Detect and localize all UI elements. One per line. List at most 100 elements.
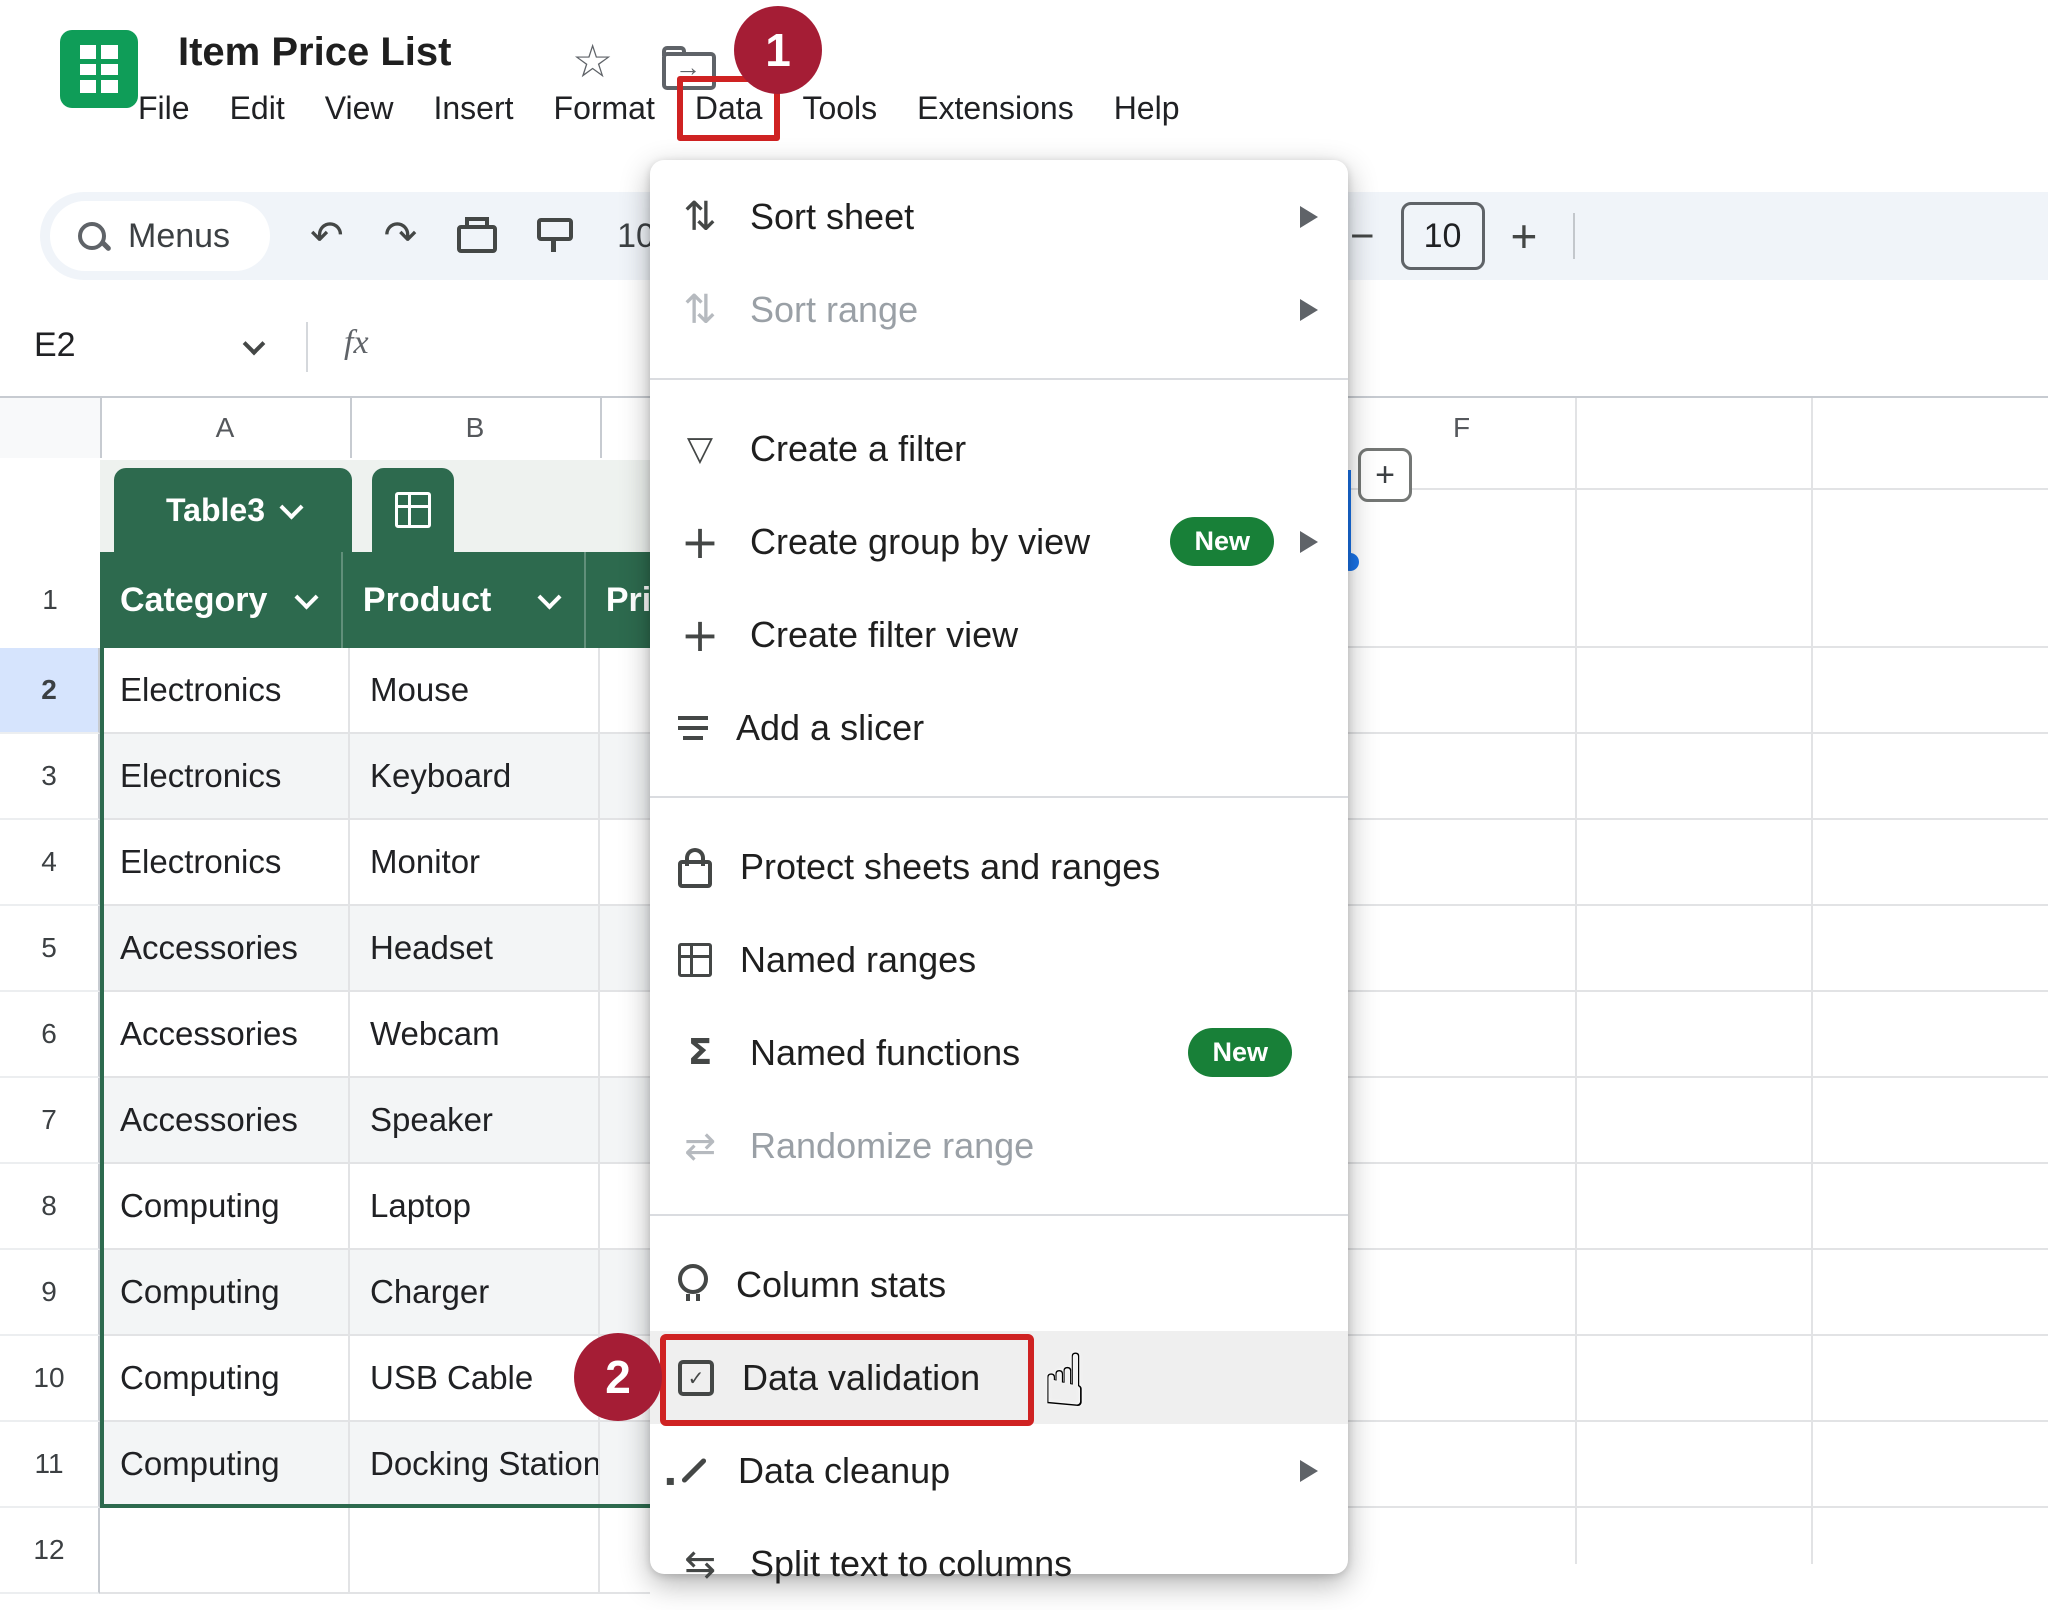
- menu-item[interactable]: Column stats: [650, 1238, 1348, 1331]
- menu-item[interactable]: Named ranges: [650, 913, 1348, 1006]
- name-box[interactable]: E2: [34, 326, 76, 365]
- cell-price-partial[interactable]: [600, 734, 650, 820]
- row-header[interactable]: 7: [0, 1078, 100, 1164]
- menubar-item[interactable]: Tools: [794, 80, 885, 137]
- row-header[interactable]: 10: [0, 1336, 100, 1422]
- table-menu-button[interactable]: [372, 468, 454, 552]
- menu-bar: File Edit View Insert Format Data Tools …: [130, 80, 1188, 137]
- menubar-item[interactable]: Insert: [425, 80, 521, 137]
- cell-category[interactable]: Electronics: [100, 820, 350, 906]
- menu-item[interactable]: Sort range: [650, 263, 1348, 356]
- cell-product[interactable]: Monitor: [350, 820, 600, 906]
- row-header[interactable]: 2: [0, 648, 100, 734]
- select-all-corner[interactable]: [0, 398, 102, 458]
- table-row: 2 Electronics Mouse: [0, 648, 650, 734]
- cell-product[interactable]: Charger: [350, 1250, 600, 1336]
- cell-product[interactable]: Mouse: [350, 648, 600, 734]
- cell-price-partial[interactable]: [600, 820, 650, 906]
- cell-product[interactable]: Webcam: [350, 992, 600, 1078]
- cell-category[interactable]: Computing: [100, 1250, 350, 1336]
- row-header[interactable]: 8: [0, 1164, 100, 1250]
- chevron-down-icon[interactable]: [537, 585, 561, 609]
- decrease-font-size-button[interactable]: [1350, 212, 1375, 260]
- row-header[interactable]: 4: [0, 820, 100, 906]
- font-size-input[interactable]: 10: [1401, 202, 1485, 270]
- cell-category[interactable]: Accessories: [100, 1078, 350, 1164]
- cell-category[interactable]: Electronics: [100, 648, 350, 734]
- cell-price-partial[interactable]: [600, 906, 650, 992]
- cell-product[interactable]: Laptop: [350, 1164, 600, 1250]
- submenu-arrow-icon: [1300, 531, 1318, 553]
- grid-right-region[interactable]: [1348, 460, 2048, 1564]
- redo-icon[interactable]: ↷: [384, 213, 418, 259]
- row-header[interactable]: 11: [0, 1422, 100, 1508]
- row-header[interactable]: 12: [0, 1508, 100, 1594]
- cell-price-partial[interactable]: [600, 1508, 650, 1594]
- row-header-1[interactable]: 1: [0, 552, 102, 650]
- gutter-band: [0, 460, 102, 552]
- table-name-chip[interactable]: Table3: [114, 468, 352, 552]
- menu-item[interactable]: Data cleanup: [650, 1424, 1348, 1517]
- menu-item[interactable]: Randomize range: [650, 1099, 1348, 1192]
- menubar-item[interactable]: Format: [546, 80, 663, 137]
- cell-category[interactable]: [100, 1508, 350, 1594]
- menu-item[interactable]: Create group by view New: [650, 495, 1348, 588]
- paint-format-icon[interactable]: [537, 218, 573, 255]
- undo-icon[interactable]: ↶: [310, 213, 344, 259]
- chevron-down-icon[interactable]: [294, 585, 318, 609]
- table-header-row: Category Product Pri: [100, 552, 650, 648]
- menubar-item-label: Edit: [230, 90, 285, 126]
- menu-item[interactable]: Sort sheet: [650, 170, 1348, 263]
- name-box-dropdown-icon[interactable]: [243, 333, 266, 356]
- cell-category[interactable]: Computing: [100, 1336, 350, 1422]
- cell-product[interactable]: Docking Station: [350, 1422, 600, 1508]
- increase-font-size-button[interactable]: [1511, 216, 1538, 257]
- cell-price-partial[interactable]: [600, 1164, 650, 1250]
- document-title[interactable]: Item Price List: [178, 30, 451, 75]
- sort-icon: [678, 194, 722, 240]
- cell-price-partial[interactable]: [600, 1078, 650, 1164]
- menu-item[interactable]: Add a slicer: [650, 681, 1348, 774]
- menubar-item[interactable]: Help: [1106, 80, 1188, 137]
- row-header[interactable]: 5: [0, 906, 100, 992]
- cell-category[interactable]: Electronics: [100, 734, 350, 820]
- row-header[interactable]: 3: [0, 734, 100, 820]
- row-header[interactable]: 9: [0, 1250, 100, 1336]
- cell-price-partial[interactable]: [600, 992, 650, 1078]
- cell-product[interactable]: Headset: [350, 906, 600, 992]
- menu-item-label: Data validation: [742, 1357, 980, 1399]
- menus-search[interactable]: Menus: [50, 201, 270, 271]
- cell-product[interactable]: Speaker: [350, 1078, 600, 1164]
- menu-item[interactable]: Create filter view: [650, 588, 1348, 681]
- cell-price-partial[interactable]: [600, 1250, 650, 1336]
- column-header-c-partial[interactable]: [600, 398, 652, 458]
- cell-product[interactable]: USB Cable: [350, 1336, 600, 1422]
- print-icon[interactable]: [457, 219, 497, 253]
- menu-item[interactable]: Data validation: [650, 1331, 1348, 1424]
- table-header-category[interactable]: Category: [100, 552, 343, 648]
- menu-item[interactable]: Create a filter: [650, 402, 1348, 495]
- column-header-b[interactable]: B: [350, 398, 602, 458]
- cell-price-partial[interactable]: [600, 648, 650, 734]
- menubar-item[interactable]: Extensions: [909, 80, 1082, 137]
- table-header-price-partial[interactable]: Pri: [586, 552, 650, 648]
- cell-category[interactable]: Computing: [100, 1422, 350, 1508]
- menu-item[interactable]: Protect sheets and ranges: [650, 820, 1348, 913]
- table-header-product[interactable]: Product: [343, 552, 586, 648]
- menubar-item[interactable]: File: [130, 80, 198, 137]
- menu-item-label: Sort range: [750, 289, 918, 331]
- cell-category[interactable]: Accessories: [100, 906, 350, 992]
- row-header[interactable]: 6: [0, 992, 100, 1078]
- column-header-a[interactable]: A: [100, 398, 352, 458]
- cell-category[interactable]: Computing: [100, 1164, 350, 1250]
- menubar-item[interactable]: Edit: [222, 80, 293, 137]
- menu-item[interactable]: Named functions New: [650, 1006, 1348, 1099]
- table-border-bottom: [100, 1504, 650, 1508]
- add-table-column-button[interactable]: [1358, 448, 1412, 502]
- pointer-hand-cursor-icon: [1042, 1338, 1087, 1424]
- cell-category[interactable]: Accessories: [100, 992, 350, 1078]
- menubar-item[interactable]: View: [317, 80, 402, 137]
- cell-product[interactable]: Keyboard: [350, 734, 600, 820]
- cell-product[interactable]: [350, 1508, 600, 1594]
- cell-price-partial[interactable]: [600, 1422, 650, 1508]
